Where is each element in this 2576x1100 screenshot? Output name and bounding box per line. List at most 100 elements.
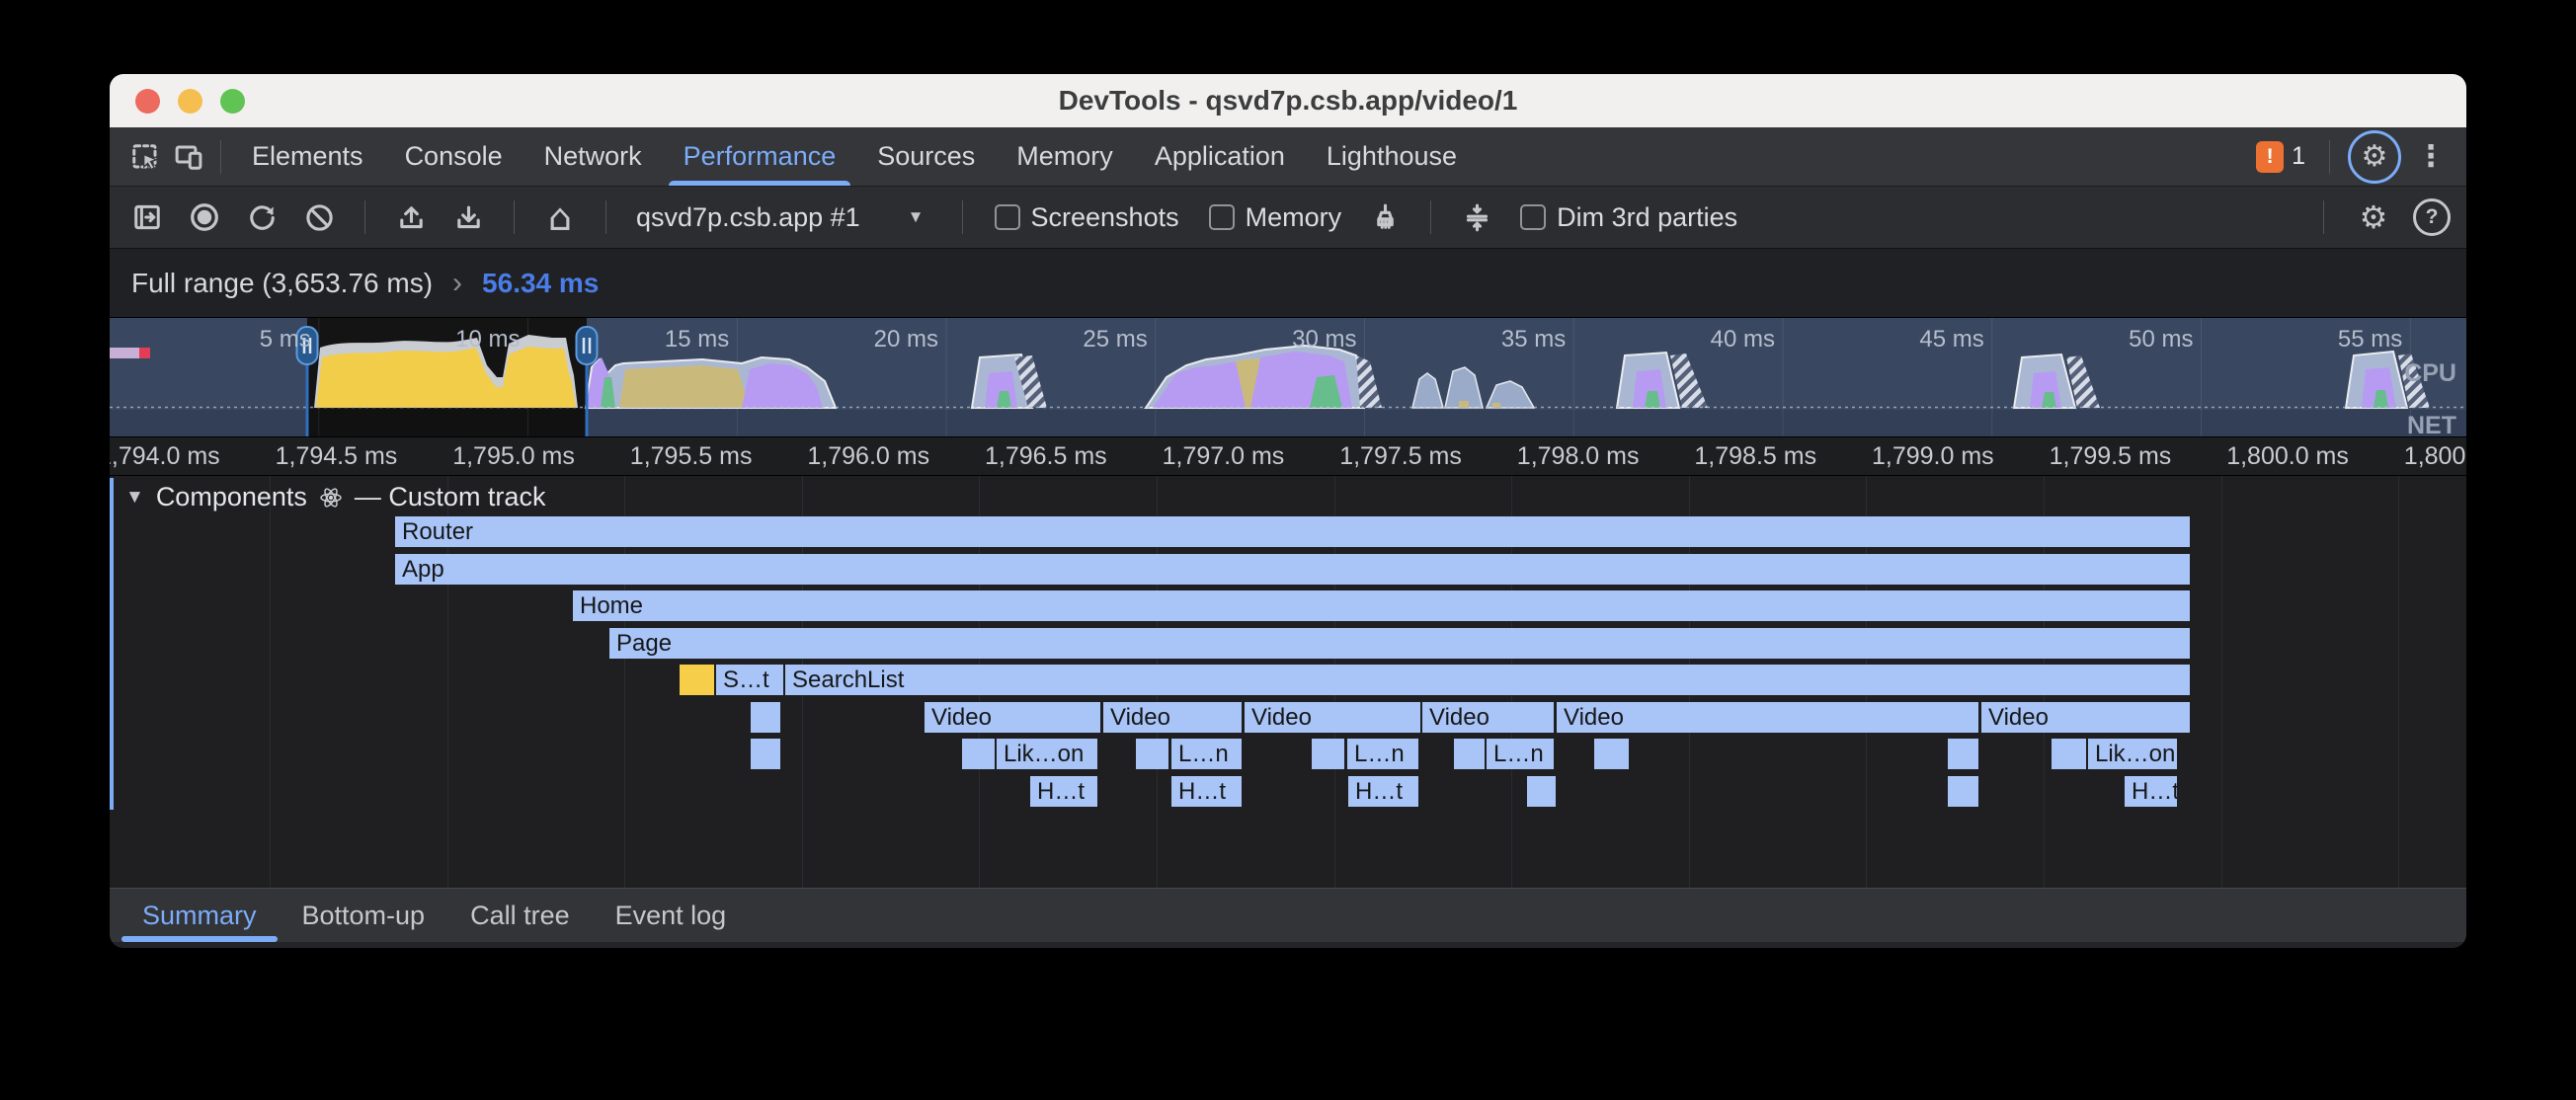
ruler-tick-label: 1,795.5 ms [630,442,753,471]
tab-performance[interactable]: Performance [663,127,857,186]
toolbar-separator-3 [605,200,606,234]
tab-bottom-up[interactable]: Bottom-up [280,889,448,942]
flame-bar[interactable] [2052,739,2086,769]
more-options-icon[interactable]: ⋮ [2409,135,2453,179]
download-profile-icon[interactable] [446,196,490,239]
flame-chart-area[interactable]: ▼ Components — Custom track Router App Hom… [110,476,2466,888]
capture-settings-gear-icon[interactable]: ⚙ [2352,196,2395,239]
tabbar-separator [220,140,221,174]
tab-network[interactable]: Network [523,127,663,186]
dim-3rd-parties-checkbox-group: Dim 3rd parties [1520,202,1737,233]
memory-checkbox[interactable] [1209,204,1235,230]
help-icon[interactable]: ? [2413,198,2451,236]
minimize-window-button[interactable] [178,89,202,114]
timeline-overview[interactable]: 5 ms10 ms15 ms20 ms25 ms30 ms35 ms40 ms4… [110,318,2466,437]
record-icon[interactable] [183,196,226,239]
tab-memory[interactable]: Memory [996,127,1134,186]
flame-bar[interactable] [1948,739,1978,769]
flame-bar-lik-on[interactable]: Lik…on [2088,739,2177,769]
window-footer [110,942,2466,948]
tab-lighthouse[interactable]: Lighthouse [1306,127,1478,186]
flame-bar-video[interactable]: Video [925,702,1100,733]
reload-record-icon[interactable] [240,196,283,239]
flame-bar-video[interactable]: Video [1103,702,1242,733]
zoom-window-button[interactable] [220,89,245,114]
flame-bar-page[interactable]: Page [609,628,2190,659]
flame-bar[interactable] [1454,739,1485,769]
collapse-tracks-icon[interactable] [1455,196,1498,239]
timeline-range-breadcrumb: Full range (3,653.76 ms) › 56.34 ms [110,249,2466,318]
flame-bar-l-n[interactable]: L…n [1487,739,1554,769]
flame-bar-video[interactable]: Video [1245,702,1420,733]
ruler-tick-label: 1,794.5 ms [276,442,398,471]
collapse-triangle-icon[interactable]: ▼ [125,487,144,509]
flame-bar-h-t[interactable]: H…t [2125,776,2177,807]
memory-checkbox-group: Memory [1209,202,1342,233]
toolbar-separator-5 [1430,200,1431,234]
upload-profile-icon[interactable] [389,196,433,239]
flame-bar[interactable] [1948,776,1978,807]
detail-time-ruler: 1,794.0 ms1,794.5 ms1,795.0 ms1,795.5 ms… [110,437,2466,476]
toggle-sidebar-icon[interactable] [125,196,169,239]
flame-bar-h-t[interactable]: H…t [1030,776,1097,807]
tab-elements[interactable]: Elements [231,127,384,186]
flame-bar-h-t[interactable]: H…t [1348,776,1418,807]
dim-3rd-parties-checkbox[interactable] [1520,204,1546,230]
flame-bar-h-t[interactable]: H…t [1171,776,1242,807]
flame-gridline [2398,476,2399,888]
history-dropdown[interactable]: qsvd7p.csb.app #1 [636,202,860,233]
flame-bar-router[interactable]: Router [395,516,2190,547]
flame-bar-l-n[interactable]: L…n [1171,739,1242,769]
flame-bar-searchlist[interactable]: SearchList [785,665,2190,695]
flame-bar[interactable] [680,665,714,695]
tab-event-log[interactable]: Event log [593,889,750,942]
track-selection-accent [110,478,114,810]
flame-bar-s-t[interactable]: S…t [716,665,783,695]
flame-bar-l-n[interactable]: L…n [1347,739,1418,769]
clear-icon[interactable] [297,196,341,239]
flame-bar-app[interactable]: App [395,554,2190,585]
flame-bar[interactable] [751,702,780,733]
screenshots-checkbox[interactable] [995,204,1020,230]
memory-label[interactable]: Memory [1246,202,1342,233]
ruler-tick-label: 1,796.0 ms [807,442,929,471]
flame-bar[interactable] [1312,739,1344,769]
tab-summary[interactable]: Summary [120,889,280,942]
full-range-label[interactable]: Full range (3,653.76 ms) [131,268,433,299]
settings-gear-icon[interactable]: ⚙ [2348,130,2401,184]
issues-count[interactable]: 1 [2292,142,2305,171]
tab-call-tree[interactable]: Call tree [447,889,593,942]
device-toolbar-icon[interactable] [167,135,210,179]
inspect-element-icon[interactable] [123,135,167,179]
screenshots-label[interactable]: Screenshots [1031,202,1179,233]
flame-bar[interactable] [751,739,780,769]
flame-bar[interactable] [1594,739,1629,769]
flame-bar-video[interactable]: Video [1981,702,2190,733]
flame-bar[interactable] [1527,776,1556,807]
tabbar-right-separator [2329,140,2330,174]
home-icon[interactable]: ⌂ [538,196,582,239]
flame-bar[interactable] [1136,739,1168,769]
tabbar-right-cluster: ! 1 ⚙ ⋮ [2256,130,2453,184]
close-window-button[interactable] [135,89,160,114]
chevron-right-icon: › [452,267,462,300]
tab-console[interactable]: Console [384,127,523,186]
toolbar-separator-4 [962,200,963,234]
components-track-header[interactable]: ▼ Components — Custom track [125,482,545,512]
selected-range-label[interactable]: 56.34 ms [482,268,599,299]
issues-warning-icon[interactable]: ! [2256,141,2284,173]
dim-3rd-parties-label[interactable]: Dim 3rd parties [1557,202,1737,233]
toolbar-separator-1 [364,200,365,234]
flame-bar-video[interactable]: Video [1557,702,1978,733]
flame-bar-home[interactable]: Home [573,590,2190,621]
tab-application[interactable]: Application [1134,127,1306,186]
cpu-burst-scripting [314,335,578,408]
details-tab-bar: SummaryBottom-upCall treeEvent log [110,888,2466,942]
ruler-tick-label: 1,794.0 ms [110,442,220,471]
tab-sources[interactable]: Sources [856,127,996,186]
flame-bar[interactable] [962,739,995,769]
flame-bar-lik-on[interactable]: Lik…on [997,739,1097,769]
flame-bar-video[interactable]: Video [1422,702,1554,733]
garbage-collect-icon[interactable] [1363,196,1407,239]
chevron-down-icon[interactable]: ▼ [908,207,925,227]
